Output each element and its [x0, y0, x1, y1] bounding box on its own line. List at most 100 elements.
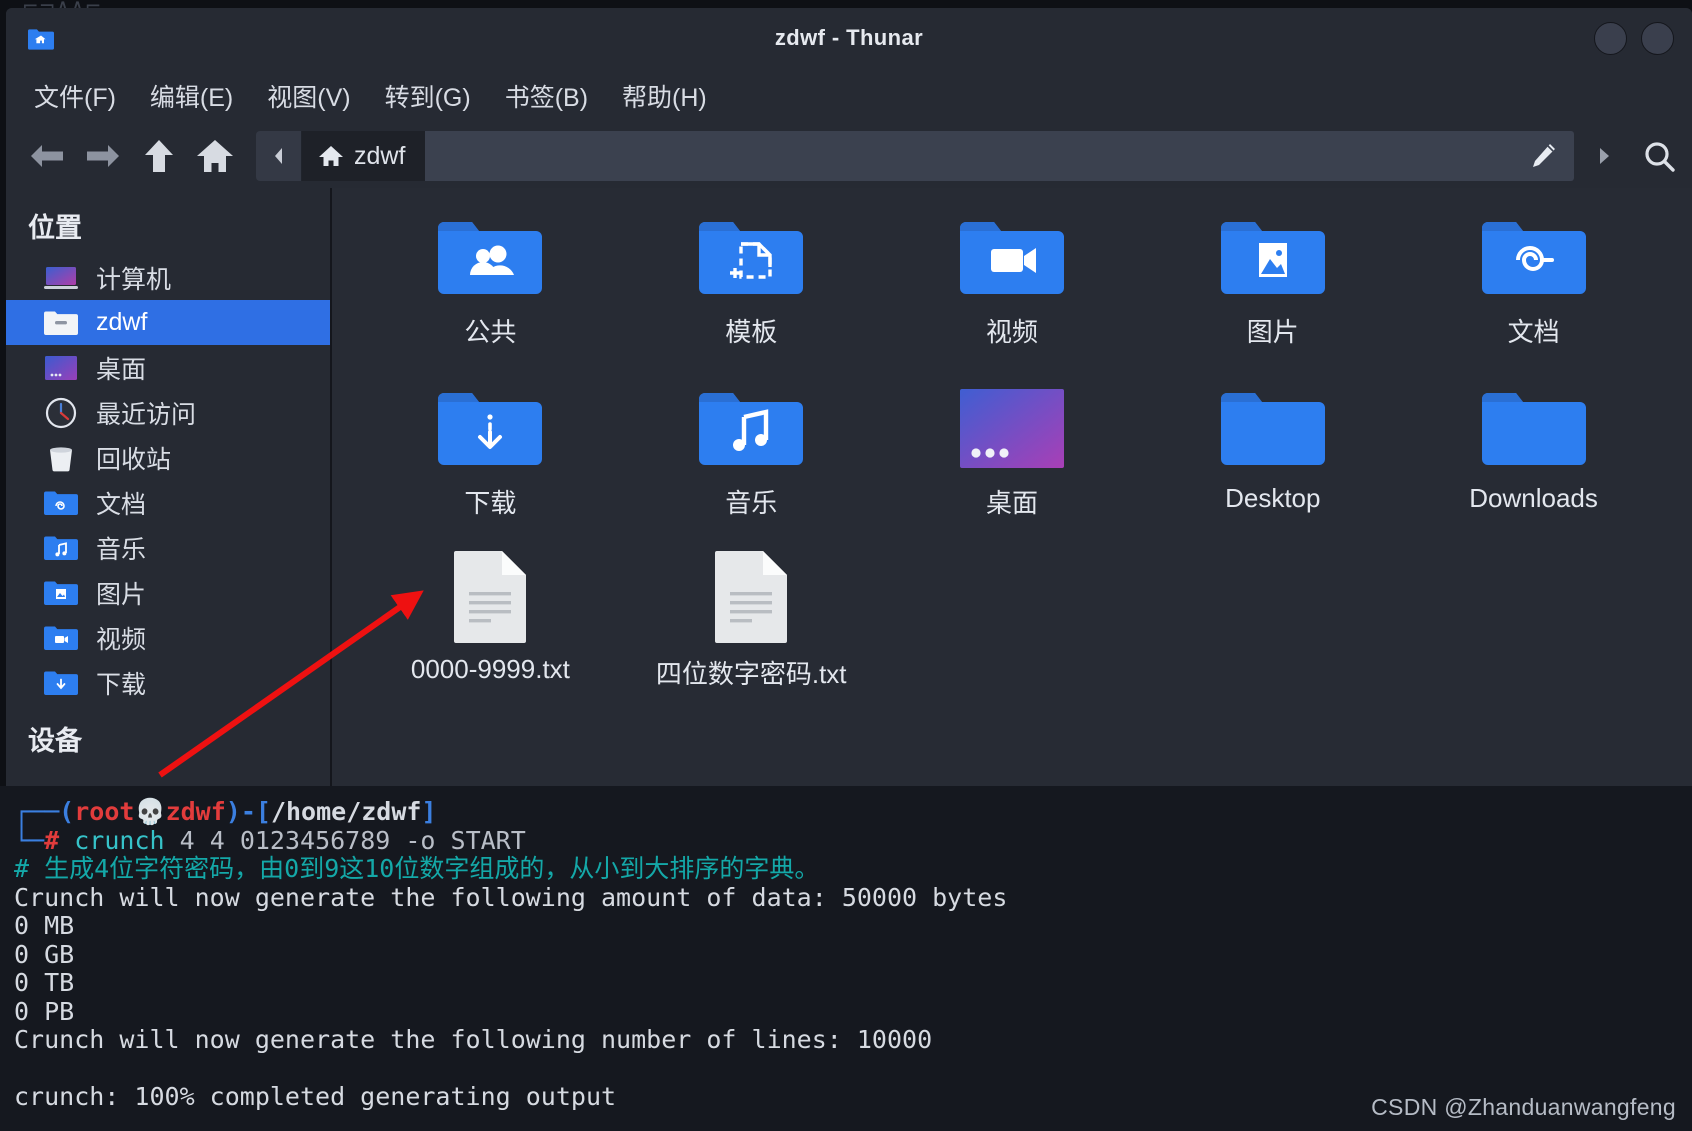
file-item-music[interactable]: 音乐: [621, 369, 882, 536]
computer-icon: [42, 263, 80, 293]
toolbar: zdwf: [6, 124, 1692, 188]
terminal-output-4: 0 PB: [14, 996, 75, 1026]
file-item-label: 四位数字密码.txt: [655, 659, 847, 689]
terminal-command-line: └─# crunch 4 4 0123456789 -o START: [14, 825, 526, 855]
sidebar-item-computer[interactable]: 计算机: [6, 255, 330, 300]
sidebar-item-videos[interactable]: 视频: [6, 615, 330, 660]
desktop-icon: [42, 353, 80, 383]
up-arrow-icon[interactable]: [132, 130, 186, 182]
chevron-left-icon[interactable]: [256, 131, 302, 181]
terminal-output-5: Crunch will now generate the following n…: [14, 1025, 933, 1054]
file-item-desktop[interactable]: 桌面: [882, 369, 1143, 536]
desktop-background-strip: ⌐¬∧∧⌐: [0, 0, 1692, 18]
sidebar-item-label: 回收站: [96, 445, 172, 474]
terminal-prompt-line-1: ┌──(root💀zdwf)-[/home/zdwf]: [14, 797, 437, 826]
maximize-button[interactable]: [1641, 22, 1674, 55]
file-item-label: 0000-9999.txt: [410, 654, 570, 684]
file-item-four-digit-password[interactable]: 四位数字密码.txt: [621, 540, 882, 707]
watermark: CSDN @Zhanduanwangfeng: [1371, 1094, 1676, 1120]
home-icon[interactable]: [188, 130, 242, 182]
file-item-label: Desktop: [1225, 483, 1321, 513]
file-item-downloads-en[interactable]: Downloads: [1403, 369, 1664, 536]
plain-folder-icon: [1480, 377, 1588, 473]
pencil-icon[interactable]: [1528, 141, 1558, 171]
sidebar-item-label: 桌面: [96, 355, 147, 384]
downloads-folder-icon: [436, 377, 544, 473]
terminal-output-3: 0 TB: [14, 968, 75, 997]
file-item-documents[interactable]: 文档: [1403, 198, 1664, 365]
sidebar-item-documents[interactable]: 文档: [6, 480, 330, 525]
desktop-thumbnail-icon: [958, 377, 1066, 473]
sidebar-item-pictures[interactable]: 图片: [6, 570, 330, 615]
public-folder-icon: [436, 206, 544, 302]
file-view[interactable]: 公共 模板 视频 图片 文档 下载 音乐 桌面 Desktop Download…: [331, 188, 1692, 786]
sidebar: 位置 计算机 zdwf 桌面 最近访问 回收站 文档 音乐 图片 视频 下载 设…: [6, 188, 331, 786]
clock-icon: [42, 397, 80, 428]
menu-bookmarks[interactable]: 书签(B): [493, 74, 600, 118]
icon-grid: 公共 模板 视频 图片 文档 下载 音乐 桌面 Desktop Download…: [332, 188, 1692, 707]
file-item-label: 公共: [464, 317, 517, 347]
menu-view[interactable]: 视图(V): [255, 74, 362, 118]
command-args: 4 4 0123456789 -o START: [179, 825, 526, 855]
file-item-videos[interactable]: 视频: [882, 198, 1143, 365]
file-item-pictures[interactable]: 图片: [1142, 198, 1403, 365]
search-icon[interactable]: [1634, 139, 1684, 173]
breadcrumb-zdwf[interactable]: zdwf: [302, 131, 426, 181]
screen: ⌐¬∧∧⌐ zdwf - Thunar 文件(F) 编辑(E) 视图(V) 转到…: [0, 0, 1692, 1131]
menu-help[interactable]: 帮助(H): [610, 74, 719, 118]
sidebar-item-trash[interactable]: 回收站: [6, 435, 330, 480]
sidebar-item-zdwf[interactable]: zdwf: [6, 300, 330, 345]
sidebar-item-desktop[interactable]: 桌面: [6, 345, 330, 390]
pictures-folder-icon: [42, 578, 80, 608]
file-item-label: 音乐: [725, 488, 778, 518]
sidebar-heading-devices: 设备: [28, 726, 82, 756]
terminal-output-6: [14, 1055, 1692, 1084]
sidebar-item-label: 计算机: [96, 265, 172, 294]
thunar-window: zdwf - Thunar 文件(F) 编辑(E) 视图(V) 转到(G) 书签…: [6, 8, 1692, 786]
file-item-label: 桌面: [985, 488, 1038, 518]
music-folder-icon: [42, 533, 80, 563]
trash-icon: [42, 443, 80, 473]
chevron-right-icon[interactable]: [1576, 146, 1632, 166]
text-file-icon: [711, 548, 791, 644]
minimize-button[interactable]: [1594, 22, 1627, 55]
prompt-user: root: [74, 797, 135, 826]
window-controls[interactable]: [1594, 22, 1674, 55]
menu-edit[interactable]: 编辑(E): [138, 74, 245, 118]
sidebar-item-label: 视频: [96, 625, 147, 654]
prompt-at: 💀: [134, 797, 166, 826]
downloads-folder-icon: [42, 668, 80, 698]
menu-go[interactable]: 转到(G): [373, 74, 483, 118]
file-item-downloads[interactable]: 下载: [360, 369, 621, 536]
menubar: 文件(F) 编辑(E) 视图(V) 转到(G) 书签(B) 帮助(H): [6, 68, 1692, 124]
file-item-0000-9999[interactable]: 0000-9999.txt: [360, 540, 621, 707]
window-titlebar: zdwf - Thunar: [6, 8, 1692, 68]
sidebar-item-recent[interactable]: 最近访问: [6, 390, 330, 435]
back-arrow-icon[interactable]: [20, 130, 74, 182]
path-bar: zdwf: [256, 131, 1574, 181]
home-folder-icon: [42, 308, 80, 338]
menu-file[interactable]: 文件(F): [22, 74, 128, 118]
pictures-folder-icon: [1219, 206, 1327, 302]
documents-folder-icon: [1480, 206, 1588, 302]
file-item-public[interactable]: 公共: [360, 198, 621, 365]
terminal-output-0: Crunch will now generate the following a…: [14, 882, 1008, 912]
file-item-label: 视频: [985, 317, 1038, 347]
sidebar-item-label: zdwf: [96, 308, 148, 336]
forward-arrow-icon[interactable]: [76, 130, 130, 182]
breadcrumb-label: zdwf: [354, 141, 406, 170]
terminal-comment-line: # 生成4位字符密码，由0到9这10位数字组成的，从小到大排序的字典。: [14, 854, 820, 883]
prompt-path: /home/zdwf: [270, 797, 422, 826]
path-entry[interactable]: [425, 131, 1574, 181]
templates-folder-icon: [697, 206, 805, 302]
file-item-templates[interactable]: 模板: [621, 198, 882, 365]
terminal-output-1: 0 MB: [14, 911, 75, 940]
file-item-label: 图片: [1246, 317, 1299, 347]
terminal-panel[interactable]: ┌──(root💀zdwf)-[/home/zdwf] └─# crunch 4…: [0, 786, 1692, 1131]
file-item-label: 下载: [464, 488, 517, 518]
sidebar-item-downloads[interactable]: 下载: [6, 660, 330, 705]
sidebar-item-music[interactable]: 音乐: [6, 525, 330, 570]
terminal-output-2: 0 GB: [14, 939, 75, 969]
file-item-desktop-en[interactable]: Desktop: [1142, 369, 1403, 536]
documents-folder-icon: [42, 488, 80, 518]
